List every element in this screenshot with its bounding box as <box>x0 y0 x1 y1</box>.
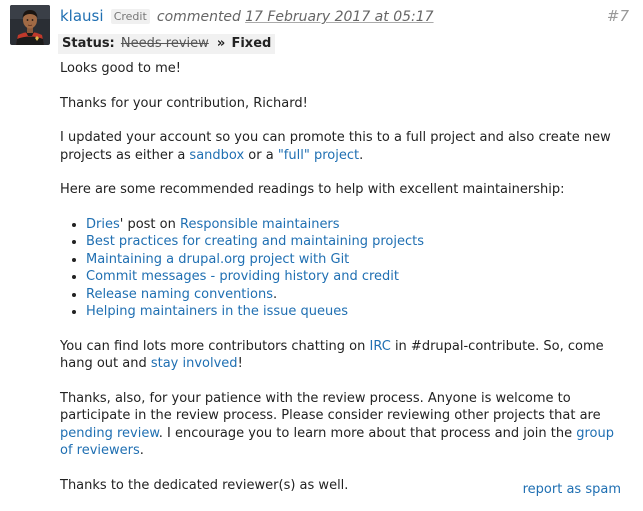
paragraph-text: . <box>139 443 144 458</box>
paragraph-irc: You can find lots more contributors chat… <box>60 338 630 373</box>
status-change: Status: Needs review » Fixed <box>58 34 276 54</box>
paragraph-looks-good: Looks good to me! <box>60 61 181 76</box>
list-item-text: ' post on <box>119 216 180 232</box>
comment-body: Looks good to me! Thanks for your contri… <box>60 60 630 511</box>
avatar[interactable] <box>10 5 50 45</box>
paragraph-text: Thanks, also, for your patience with the… <box>60 390 601 424</box>
list-item: Best practices for creating and maintain… <box>86 233 630 251</box>
paragraph-account-update: I updated your account so you can promot… <box>60 129 630 164</box>
paragraph-thanks: Thanks for your contribution, Richard! <box>60 95 308 111</box>
list-item: Helping maintainers in the issue queues <box>86 303 630 321</box>
dries-link[interactable]: Dries <box>86 217 120 232</box>
paragraph-text: . I encourage you to learn more about th… <box>158 425 577 441</box>
stay-involved-link[interactable]: stay involved <box>151 356 238 371</box>
status-old-value: Needs review <box>120 36 209 51</box>
comment: klausi Credit commented 17 February 2017… <box>0 0 643 504</box>
author-link[interactable]: klausi <box>60 7 104 25</box>
paragraph-review-process: Thanks, also, for your patience with the… <box>60 390 630 460</box>
comment-meta: klausi Credit commented 17 February 2017… <box>60 6 434 26</box>
list-item: Dries' post on Responsible maintainers <box>86 216 630 234</box>
paragraph-readings-intro: Here are some recommended readings to he… <box>60 182 565 197</box>
star-trek-uniform-avatar-icon <box>10 5 50 45</box>
irc-link[interactable]: IRC <box>370 339 391 354</box>
list-item-text: . <box>272 286 278 302</box>
report-as-spam-link[interactable]: report as spam <box>523 481 621 498</box>
paragraph-text: ! <box>237 356 243 371</box>
paragraph-text: . <box>359 147 364 163</box>
full-project-link[interactable]: "full" project <box>278 148 359 163</box>
list-item: Release naming conventions. <box>86 286 630 304</box>
paragraph-text: You can find lots more contributors chat… <box>60 338 370 354</box>
helping-maintainers-link[interactable]: Helping maintainers in the issue queues <box>86 304 348 319</box>
responsible-maintainers-link[interactable]: Responsible maintainers <box>180 217 340 232</box>
paragraph-text: or a <box>244 147 278 163</box>
credit-badge: Credit <box>110 9 150 24</box>
status-arrow: » <box>216 36 226 51</box>
list-item: Maintaining a drupal.org project with Gi… <box>86 251 630 269</box>
readings-list: Dries' post on Responsible maintainers B… <box>60 216 630 321</box>
sandbox-link[interactable]: sandbox <box>189 148 244 163</box>
maintaining-git-link[interactable]: Maintaining a drupal.org project with Gi… <box>86 252 349 267</box>
status-new-value: Fixed <box>231 36 272 51</box>
commented-label: commented <box>156 9 241 25</box>
comment-permalink[interactable]: #7 <box>607 6 629 26</box>
pending-review-link[interactable]: pending review <box>60 426 159 441</box>
comment-date[interactable]: 17 February 2017 at 05:17 <box>245 9 433 25</box>
best-practices-link[interactable]: Best practices for creating and maintain… <box>86 234 424 249</box>
commit-messages-link[interactable]: Commit messages - providing history and … <box>86 269 399 284</box>
status-label: Status: <box>62 36 115 51</box>
list-item: Commit messages - providing history and … <box>86 268 630 286</box>
release-naming-link[interactable]: Release naming conventions <box>86 287 273 302</box>
